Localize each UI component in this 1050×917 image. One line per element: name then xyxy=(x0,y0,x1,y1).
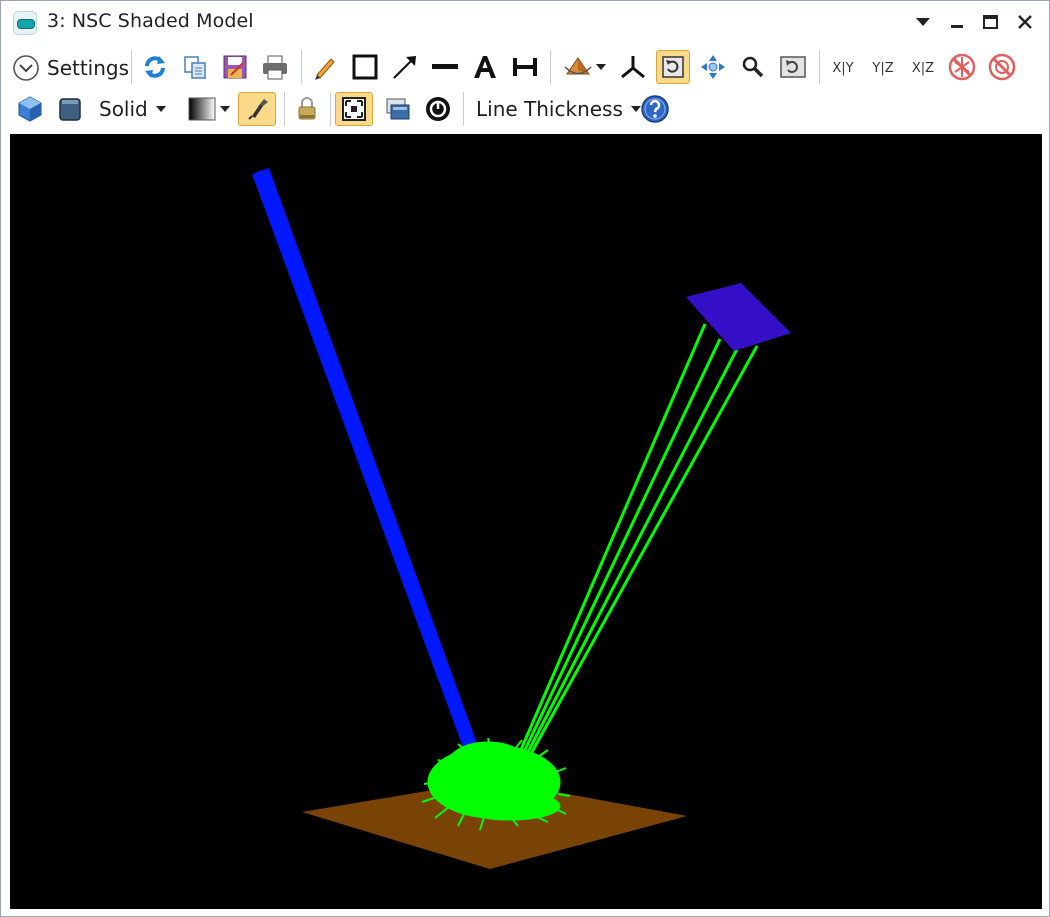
pan-button[interactable] xyxy=(696,50,730,84)
minimize-icon xyxy=(951,25,963,28)
cube-view-button[interactable] xyxy=(13,92,47,126)
separator xyxy=(330,92,331,126)
separator xyxy=(463,92,464,126)
refresh-button[interactable] xyxy=(138,50,172,84)
toolbar-row-1: Settings X|Y Y|Z X|Z xyxy=(1,45,1049,89)
line-thickness-label: Line Thickness xyxy=(476,97,623,121)
close-button[interactable] xyxy=(1011,9,1039,35)
copy-icon xyxy=(184,56,206,79)
view-xy-button[interactable]: X|Y xyxy=(826,58,860,78)
draw-rectangle-button[interactable] xyxy=(348,50,382,84)
nsc-shaded-model-window: 3: NSC Shaded Model Settings X|Y Y|Z X|Z… xyxy=(0,0,1050,917)
dimension-icon xyxy=(513,58,537,76)
maximize-icon xyxy=(983,15,998,29)
cylinder-view-button[interactable] xyxy=(53,92,87,126)
text-icon xyxy=(474,56,496,78)
axes-button[interactable] xyxy=(616,50,650,84)
dropdown-caret-icon xyxy=(219,106,230,112)
toolbar-row-2: Solid Line Thickness xyxy=(1,87,1049,131)
draw-text-button[interactable] xyxy=(468,50,502,84)
source-beam xyxy=(252,168,483,766)
detector-plate xyxy=(686,283,791,351)
draw-dimension-button[interactable] xyxy=(508,50,542,84)
scene-canvas xyxy=(252,168,791,869)
lighting-button[interactable] xyxy=(238,92,276,126)
rotate-button[interactable] xyxy=(656,50,690,84)
fit-icon xyxy=(342,97,366,121)
solid-dropdown[interactable]: Solid xyxy=(99,92,166,126)
no-rays-icon xyxy=(948,53,976,81)
clock-icon xyxy=(426,97,450,121)
close-icon xyxy=(1018,15,1032,29)
lock-icon xyxy=(298,97,316,120)
gradient-icon xyxy=(188,97,215,121)
reset-view-button[interactable] xyxy=(776,50,810,84)
dropdown-triangle-icon xyxy=(916,18,930,26)
clock-button[interactable] xyxy=(421,92,455,126)
separator xyxy=(550,50,551,84)
settings-chevron-icon xyxy=(13,55,39,81)
hide-objects-button[interactable] xyxy=(985,50,1019,84)
rectangle-icon xyxy=(352,54,378,80)
print-icon xyxy=(263,55,287,80)
title-bar: 3: NSC Shaded Model xyxy=(1,1,1049,43)
help-button[interactable] xyxy=(638,92,672,126)
view-yz-button[interactable]: Y|Z xyxy=(866,58,900,78)
save-icon xyxy=(223,55,247,79)
copy-button[interactable] xyxy=(178,50,212,84)
flashlight-icon xyxy=(248,99,268,120)
separator xyxy=(301,50,302,84)
pan-icon xyxy=(701,55,725,79)
save-button[interactable] xyxy=(218,50,252,84)
layers-icon xyxy=(386,98,410,120)
window-menu-dropdown-button[interactable] xyxy=(909,9,937,35)
maximize-button[interactable] xyxy=(977,9,1005,35)
draw-line-button[interactable] xyxy=(428,50,462,84)
rotate-icon xyxy=(662,56,684,78)
hide-rays-button[interactable] xyxy=(945,50,979,84)
app-icon xyxy=(13,11,37,35)
zoom-icon xyxy=(742,56,764,78)
view-xz-button[interactable]: X|Z xyxy=(906,58,940,78)
lock-button[interactable] xyxy=(290,92,324,126)
settings-button[interactable]: Settings xyxy=(11,51,129,85)
zoom-button[interactable] xyxy=(736,50,770,84)
print-button[interactable] xyxy=(258,50,292,84)
dropdown-caret-icon xyxy=(596,64,606,70)
solid-label: Solid xyxy=(99,97,148,121)
separator xyxy=(131,50,132,84)
reset-view-icon xyxy=(780,56,806,78)
draw-arrow-button[interactable] xyxy=(388,50,422,84)
arrow-icon xyxy=(393,56,416,79)
fit-view-button[interactable] xyxy=(335,92,373,126)
window-title: 3: NSC Shaded Model xyxy=(47,10,254,32)
settings-label: Settings xyxy=(47,56,130,80)
color-gradient-dropdown[interactable] xyxy=(183,92,233,126)
pencil-icon xyxy=(315,58,335,80)
shaded-model-viewport[interactable] xyxy=(10,134,1042,909)
separator xyxy=(284,92,285,126)
line-thickness-dropdown[interactable]: Line Thickness xyxy=(476,92,641,126)
cylinder-icon xyxy=(59,98,81,121)
ray-bundle xyxy=(518,323,759,753)
axes-icon xyxy=(621,56,645,79)
separator xyxy=(819,50,820,84)
line-icon xyxy=(432,64,458,69)
help-icon xyxy=(641,95,669,123)
refresh-icon xyxy=(145,56,165,78)
layers-button[interactable] xyxy=(381,92,415,126)
minimize-button[interactable] xyxy=(943,9,971,35)
cube-icon xyxy=(18,96,42,122)
dropdown-caret-icon xyxy=(155,106,166,112)
rotate-view-dropdown[interactable] xyxy=(559,50,609,84)
no-objects-icon xyxy=(988,53,1016,81)
draw-pencil-button[interactable] xyxy=(308,50,342,84)
rotate-view-icon xyxy=(564,57,592,75)
